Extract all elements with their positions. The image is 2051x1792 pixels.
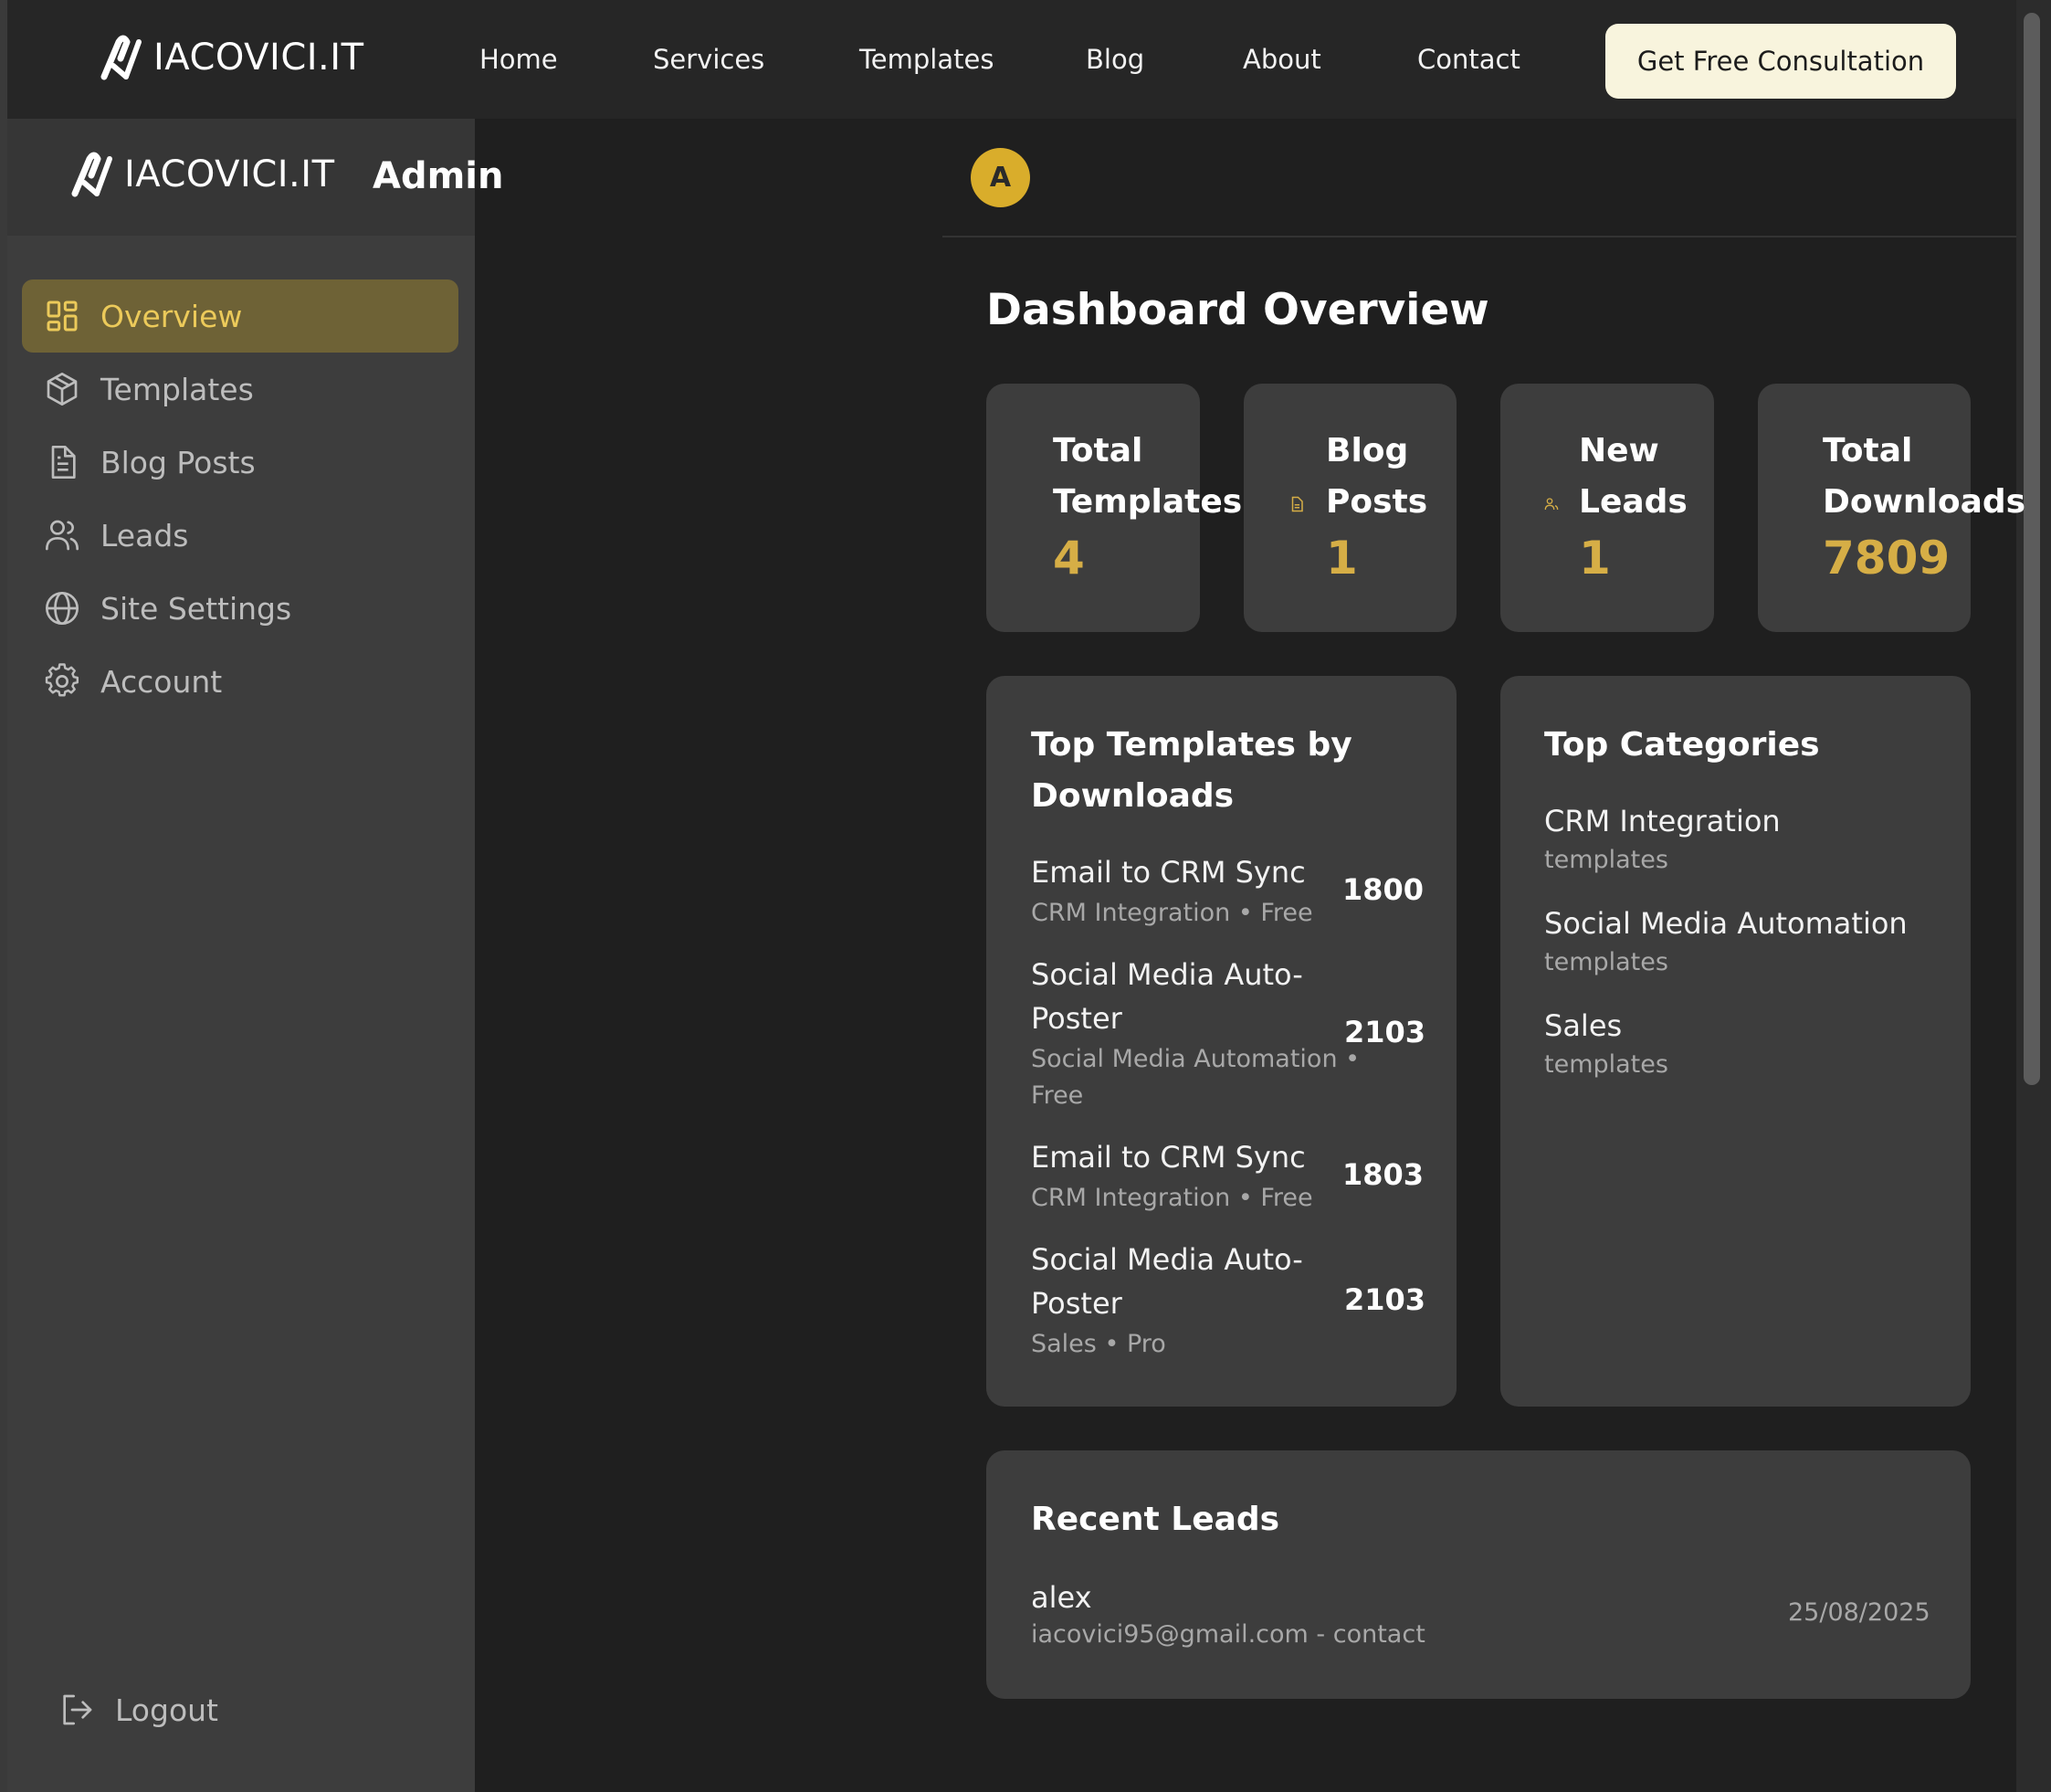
stat-label: Blog Posts bbox=[1326, 426, 1427, 528]
nav-link-about[interactable]: About bbox=[1243, 44, 1321, 75]
template-name: Social Media Auto- bbox=[1031, 1242, 1303, 1277]
logout-button[interactable]: Logout bbox=[58, 1692, 218, 1728]
download-count: 1803 bbox=[1342, 1157, 1425, 1192]
nav-link-services[interactable]: Services bbox=[653, 44, 764, 75]
stat-label-line: Templates bbox=[1053, 483, 1243, 521]
template-meta: Free bbox=[1031, 1081, 1084, 1110]
template-name: Email to CRM Sync bbox=[1031, 1140, 1306, 1175]
lead-name: alex bbox=[1031, 1580, 1092, 1615]
template-meta: CRM Integration • Free bbox=[1031, 1184, 1313, 1212]
logo-text: IACOVICI.IT bbox=[124, 153, 335, 195]
users-icon bbox=[44, 517, 80, 553]
stat-value: 7809 bbox=[1823, 532, 1951, 585]
sidebar-item-overview[interactable]: Overview bbox=[22, 279, 458, 353]
header-divider bbox=[942, 236, 2016, 237]
sidebar-logo[interactable]: IACOVICI.IT bbox=[69, 152, 335, 197]
category-name: Social Media Automation bbox=[1544, 906, 1908, 941]
globe-icon bbox=[44, 590, 80, 627]
panel-title: Top Categories bbox=[1544, 726, 1820, 764]
category-sub: templates bbox=[1544, 1050, 1668, 1079]
stat-value: 1 bbox=[1326, 532, 1358, 585]
panel-title-line: Top Templates by bbox=[1031, 726, 1352, 764]
stat-label-line: Total bbox=[1823, 432, 1913, 469]
top-categories-panel: Top Categories CRM Integration templates… bbox=[1500, 676, 1971, 1407]
sidebar-item-blog-posts[interactable]: Blog Posts bbox=[22, 426, 458, 499]
sidebar-item-label: Templates bbox=[100, 371, 254, 407]
category-sub: templates bbox=[1544, 846, 1668, 874]
stat-label-line: Posts bbox=[1326, 483, 1428, 521]
logout-icon bbox=[58, 1692, 95, 1728]
template-name: Poster bbox=[1031, 1001, 1122, 1036]
template-meta: CRM Integration • Free bbox=[1031, 899, 1313, 927]
stat-label: Total Templates bbox=[1053, 426, 1242, 528]
panel-title: Top Templates by Downloads bbox=[1031, 720, 1352, 822]
logout-label: Logout bbox=[115, 1692, 218, 1728]
template-meta: Sales • Pro bbox=[1031, 1330, 1166, 1358]
grid-icon bbox=[44, 298, 80, 334]
template-name: Social Media Auto- bbox=[1031, 957, 1303, 992]
stat-label-line: Blog bbox=[1326, 432, 1409, 469]
nav-link-home[interactable]: Home bbox=[479, 44, 558, 75]
stat-card-total-templates: Total Templates 4 bbox=[986, 384, 1242, 632]
stat-value: 1 bbox=[1579, 532, 1611, 585]
window-frame-edge bbox=[0, 0, 7, 1792]
stat-label-line: Downloads bbox=[1823, 483, 2026, 521]
brand-mark-icon bbox=[100, 35, 142, 80]
user-avatar[interactable]: A bbox=[971, 148, 1030, 207]
sidebar-item-account[interactable]: Account bbox=[22, 645, 458, 718]
top-navigation: IACOVICI.IT Home Services Templates Blog… bbox=[7, 0, 2016, 119]
lead-detail: iacovici95@gmail.com - contact bbox=[1031, 1620, 1425, 1649]
download-count: 2103 bbox=[1344, 1282, 1426, 1317]
stat-label: Total Downloads bbox=[1823, 426, 2025, 528]
free-consultation-button[interactable]: Get Free Consultation bbox=[1605, 24, 1956, 99]
stat-label-line: New bbox=[1579, 432, 1659, 469]
stat-label-line: Leads bbox=[1579, 483, 1688, 521]
panel-title-line: Downloads bbox=[1031, 777, 1235, 815]
box-icon bbox=[44, 371, 80, 407]
admin-sidebar: IACOVICI.IT Admin Overview Templates Blo… bbox=[7, 119, 503, 1792]
category-sub: templates bbox=[1544, 948, 1668, 976]
scrollbar-thumb[interactable] bbox=[2024, 13, 2040, 1085]
sidebar-item-site-settings[interactable]: Site Settings bbox=[22, 572, 458, 645]
brand-mark-icon bbox=[71, 152, 112, 197]
sidebar-item-label: Overview bbox=[100, 298, 243, 334]
sidebar-header: IACOVICI.IT Admin bbox=[7, 119, 503, 236]
category-name: CRM Integration bbox=[1544, 804, 1781, 838]
lead-date: 25/08/2025 bbox=[1788, 1598, 1930, 1627]
stat-card-total-downloads: Total Downloads 7809 bbox=[1758, 384, 2025, 632]
stat-label-line: Total bbox=[1053, 432, 1143, 469]
admin-label: Admin bbox=[373, 155, 504, 197]
stat-value: 4 bbox=[1053, 532, 1085, 585]
stat-card-new-leads: New Leads 1 bbox=[1500, 384, 1714, 632]
category-name: Sales bbox=[1544, 1008, 1623, 1043]
sidebar-item-leads[interactable]: Leads bbox=[22, 499, 458, 572]
logo-text: IACOVICI.IT bbox=[153, 37, 364, 79]
sidebar-item-templates[interactable]: Templates bbox=[22, 353, 458, 426]
nav-link-blog[interactable]: Blog bbox=[1086, 44, 1144, 75]
document-icon bbox=[44, 444, 80, 480]
recent-leads-panel: Recent Leads alex iacovici95@gmail.com -… bbox=[986, 1450, 1971, 1699]
nav-link-templates[interactable]: Templates bbox=[859, 44, 994, 75]
sidebar-item-label: Blog Posts bbox=[100, 444, 256, 480]
stat-card-blog-posts: Blog Posts 1 bbox=[1244, 384, 1457, 632]
nav-link-contact[interactable]: Contact bbox=[1417, 44, 1520, 75]
download-count: 1800 bbox=[1342, 872, 1425, 907]
download-count: 2103 bbox=[1344, 1015, 1426, 1049]
users-icon bbox=[1544, 497, 1559, 511]
document-icon bbox=[1288, 496, 1305, 512]
template-meta: Social Media Automation • bbox=[1031, 1045, 1361, 1073]
gear-icon bbox=[44, 663, 80, 700]
sidebar-item-label: Site Settings bbox=[100, 590, 292, 627]
sidebar-item-label: Account bbox=[100, 663, 223, 700]
template-name: Poster bbox=[1031, 1286, 1122, 1321]
stat-label: New Leads bbox=[1579, 426, 1688, 528]
site-logo[interactable]: IACOVICI.IT bbox=[99, 35, 364, 80]
page-title: Dashboard Overview bbox=[986, 285, 1489, 335]
sidebar-item-label: Leads bbox=[100, 517, 189, 553]
top-templates-panel: Top Templates by Downloads Email to CRM … bbox=[986, 676, 1457, 1407]
template-name: Email to CRM Sync bbox=[1031, 855, 1306, 890]
panel-title: Recent Leads bbox=[1031, 1501, 1280, 1538]
